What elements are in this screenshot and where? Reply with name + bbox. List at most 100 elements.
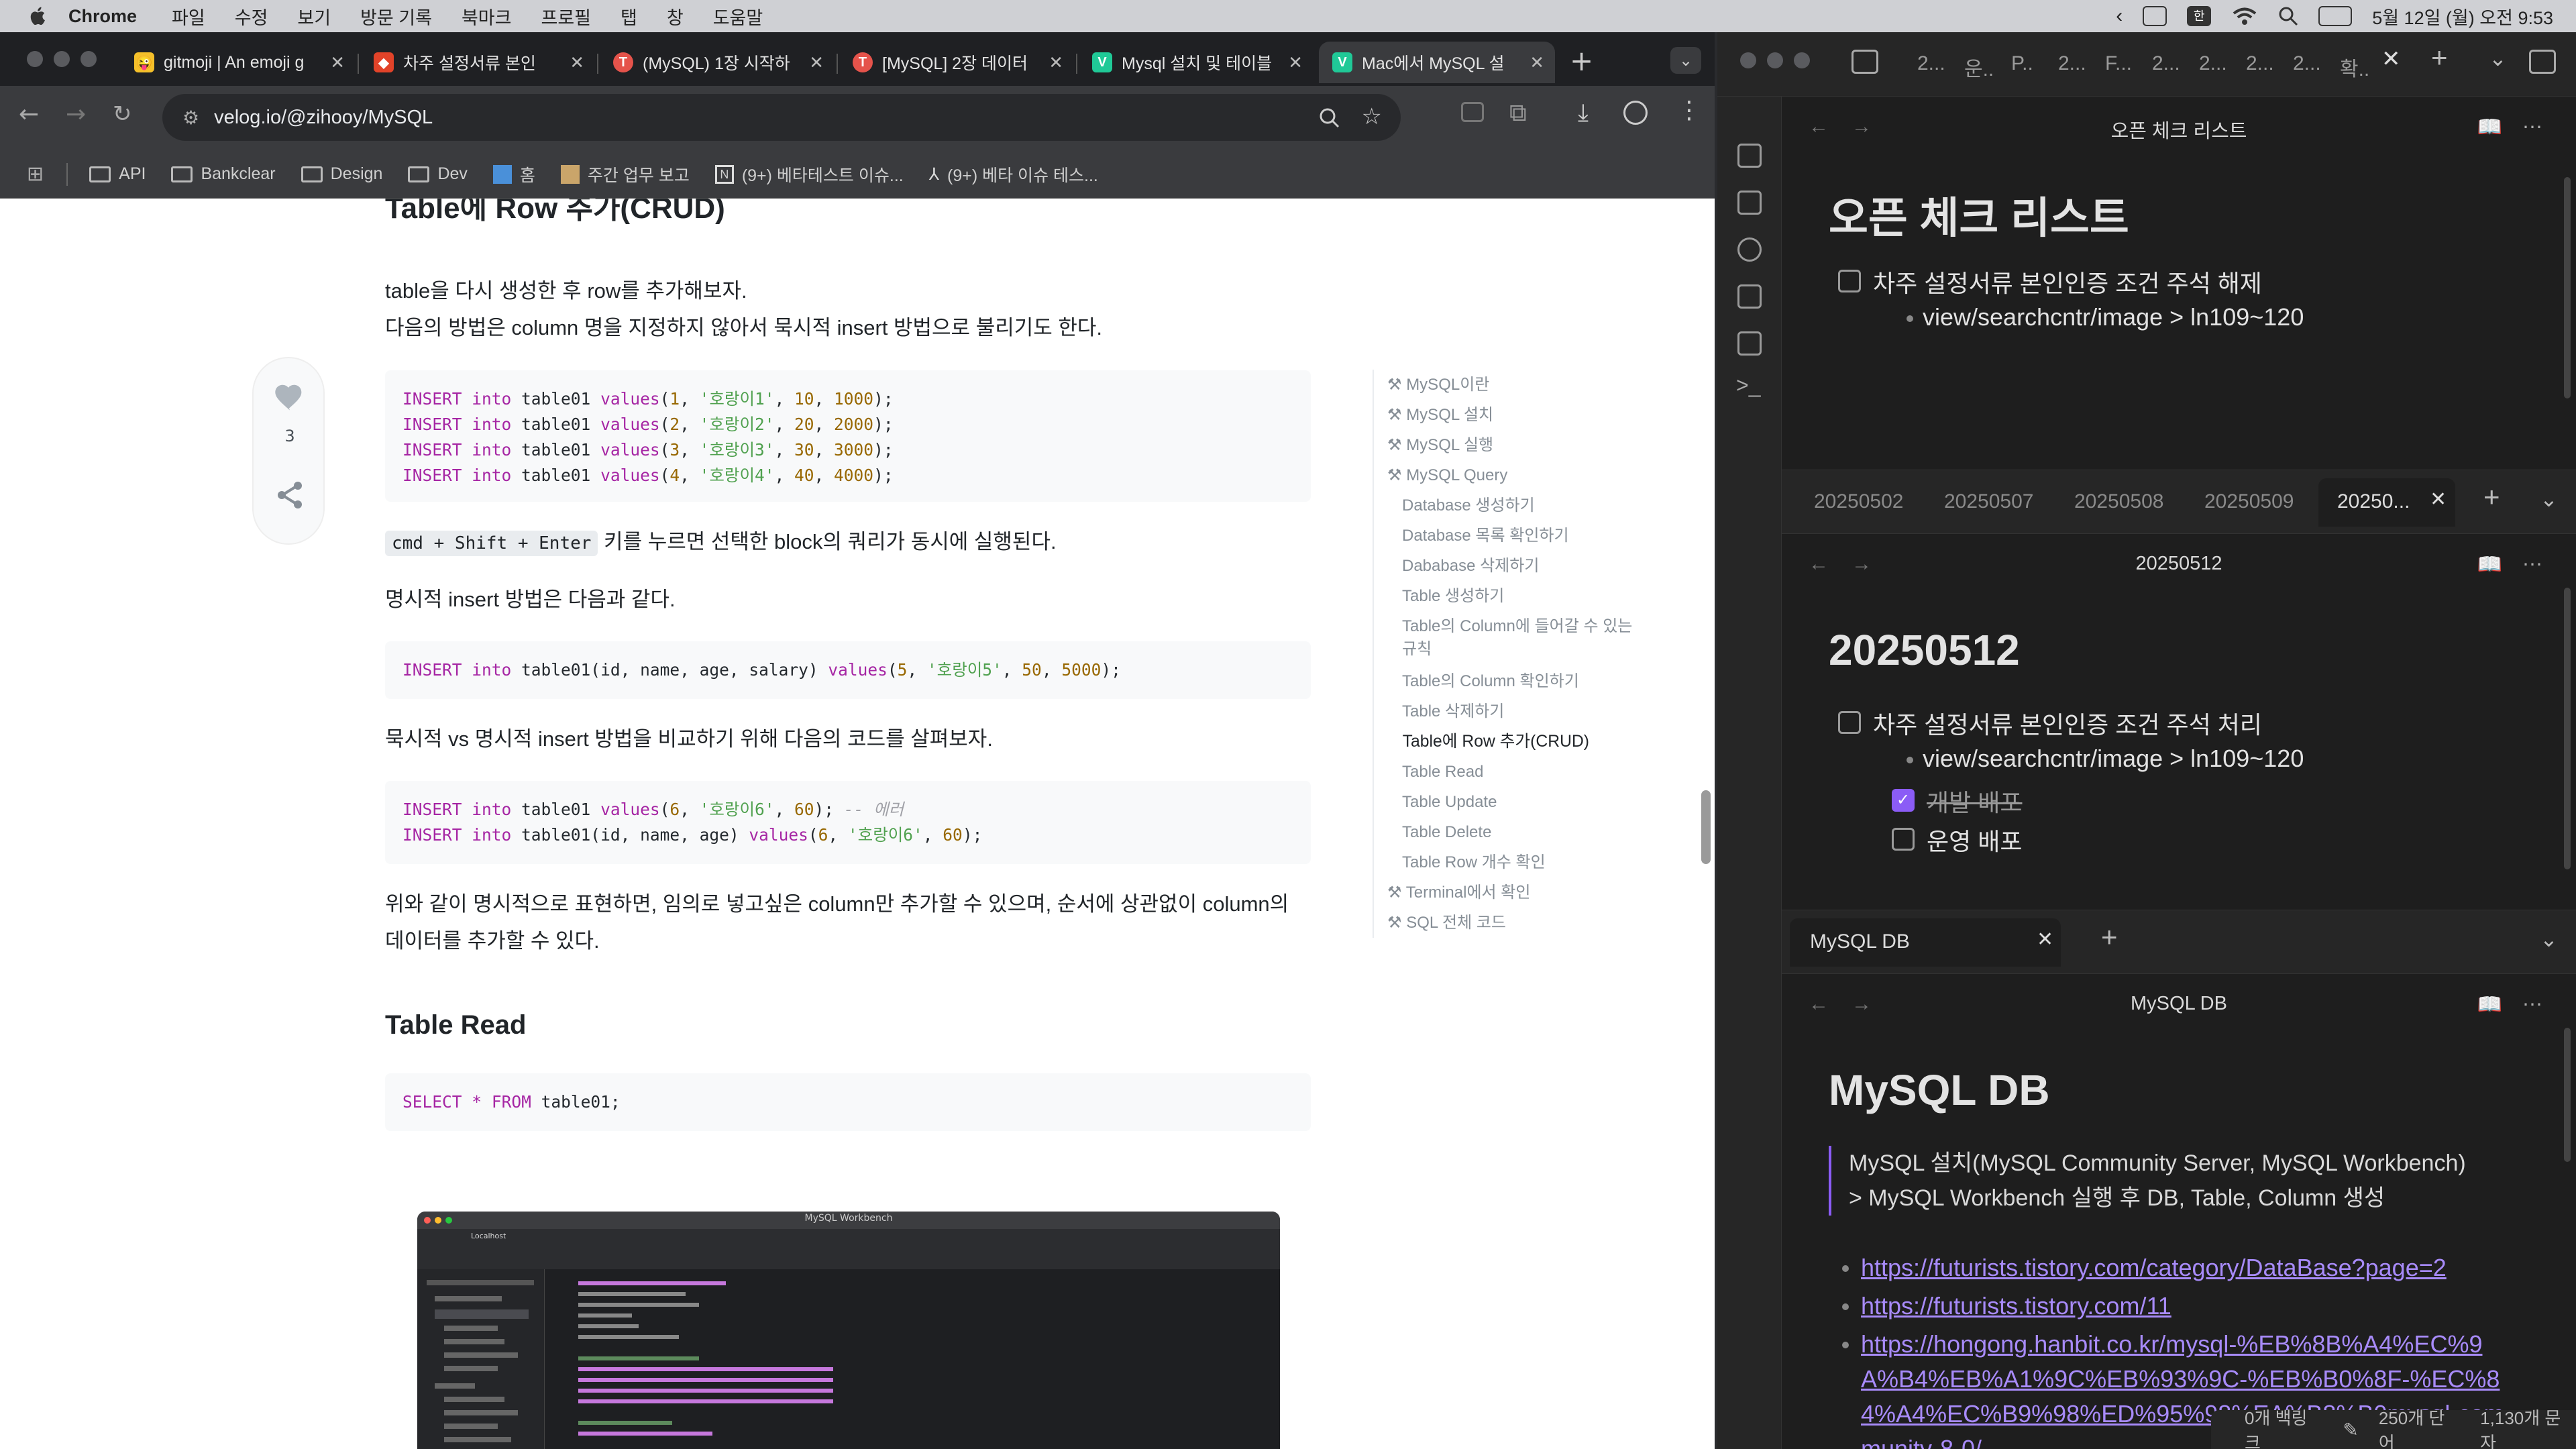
close-icon[interactable]: ✕ bbox=[1288, 52, 1303, 73]
chevron-down-icon[interactable]: ⌄ bbox=[2540, 926, 2558, 952]
close-icon[interactable]: ✕ bbox=[330, 52, 345, 73]
chevron-left-icon[interactable]: ‹ bbox=[2116, 5, 2123, 28]
close-icon[interactable]: ✕ bbox=[2381, 46, 2401, 72]
control-center-icon[interactable] bbox=[2318, 6, 2353, 26]
tab-daily-note[interactable]: 20250502 bbox=[1814, 490, 1903, 513]
toc-item[interactable]: Table 삭제하기 bbox=[1387, 696, 1654, 727]
wifi-icon[interactable] bbox=[2231, 6, 2258, 26]
tab-note-active[interactable]: 확.. bbox=[2340, 52, 2369, 82]
chevron-down-icon[interactable]: ⌄ bbox=[2540, 486, 2558, 512]
window-zoom-button[interactable] bbox=[80, 51, 97, 67]
camera-icon[interactable] bbox=[1461, 102, 1484, 122]
tab-gitlab[interactable]: ◆ 차주 설정서류 본인 ✕ bbox=[360, 42, 595, 83]
tab-note[interactable]: 2... bbox=[1917, 52, 1945, 75]
search-icon[interactable] bbox=[2278, 6, 2298, 26]
tab-gitmoji[interactable]: 😜 gitmoji | An emoji g ✕ bbox=[121, 42, 356, 83]
menu-bookmarks[interactable]: 북마크 bbox=[462, 3, 512, 30]
toc-item[interactable]: Database 목록 확인하기 bbox=[1387, 521, 1654, 551]
app-menu[interactable]: Chrome bbox=[68, 6, 137, 27]
toc-item[interactable]: ⚒ MySQL이란 bbox=[1387, 370, 1654, 400]
tab-search-button[interactable]: ⌄ bbox=[1670, 47, 1701, 74]
tab-daily-note-active[interactable]: 20250... bbox=[2337, 490, 2410, 513]
close-icon[interactable]: ✕ bbox=[1529, 52, 1544, 73]
more-icon[interactable]: ⋯ bbox=[2522, 553, 2542, 576]
tab-note[interactable]: 운.. bbox=[1964, 52, 1994, 82]
tab-mysql-ch2[interactable]: T [MySQL] 2장 데이터 ✕ bbox=[839, 42, 1074, 83]
menu-help[interactable]: 도움말 bbox=[713, 3, 763, 30]
chevron-down-icon[interactable]: ⌄ bbox=[2489, 46, 2507, 71]
bookmark-star-icon[interactable]: ☆ bbox=[1362, 103, 1382, 130]
close-icon[interactable]: ✕ bbox=[2430, 488, 2447, 511]
close-icon[interactable]: ✕ bbox=[2037, 928, 2053, 951]
calendar-icon[interactable] bbox=[1737, 191, 1762, 215]
heart-icon[interactable] bbox=[272, 380, 307, 412]
more-icon[interactable]: ⋯ bbox=[2522, 993, 2542, 1016]
battery-icon[interactable] bbox=[2143, 6, 2167, 26]
apple-icon[interactable] bbox=[27, 5, 50, 28]
menu-window[interactable]: 창 bbox=[667, 3, 684, 30]
task-checkbox-checked[interactable]: ✓ bbox=[1892, 789, 1915, 812]
extensions-icon[interactable]: ⧉ bbox=[1509, 99, 1527, 127]
graph-icon[interactable] bbox=[1737, 237, 1762, 262]
toc-item-continued[interactable]: 규칙 bbox=[1387, 638, 1654, 666]
bookmark-weekly-report[interactable]: 주간 업무 보고 bbox=[560, 162, 690, 186]
toc-item[interactable]: ⚒ MySQL Query bbox=[1387, 460, 1654, 490]
site-info-icon[interactable]: ⚙ bbox=[182, 107, 199, 129]
toc-item[interactable]: ⚒ MySQL 실행 bbox=[1387, 430, 1654, 460]
bookmark-beta-test[interactable]: N (9+) 베타테스트 이슈... bbox=[714, 162, 904, 186]
toc-item[interactable]: Database 생성하기 bbox=[1387, 490, 1654, 521]
menu-tab[interactable]: 탭 bbox=[621, 3, 637, 30]
tab-note[interactable]: 2... bbox=[2152, 52, 2180, 75]
reading-view-icon[interactable]: 📖 bbox=[2477, 115, 2502, 139]
menu-file[interactable]: 파일 bbox=[172, 3, 205, 30]
pane-scrollbar[interactable] bbox=[2564, 177, 2571, 398]
bookmark-folder-design[interactable]: Design bbox=[301, 164, 382, 184]
task-checkbox[interactable] bbox=[1892, 828, 1915, 851]
terminal-icon[interactable]: >_ bbox=[1736, 373, 1760, 398]
toc-item[interactable]: Table 생성하기 bbox=[1387, 581, 1654, 611]
tab-mac-mysql-active[interactable]: V Mac에서 MySQL 설 ✕ bbox=[1319, 42, 1555, 83]
toc-item[interactable]: ⚒ MySQL 설치 bbox=[1387, 400, 1654, 430]
grid-icon[interactable] bbox=[1737, 284, 1762, 309]
bookmark-folder-bankclear[interactable]: Bankclear bbox=[171, 164, 276, 184]
sidebar-toggle-icon[interactable] bbox=[1851, 50, 1878, 74]
toc-item[interactable]: Dababase 삭제하기 bbox=[1387, 551, 1654, 581]
toc-item[interactable]: Table의 Column 확인하기 bbox=[1387, 666, 1654, 696]
external-link[interactable]: https://futurists.tistory.com/category/D… bbox=[1861, 1250, 2447, 1285]
bookmark-home[interactable]: 홈 bbox=[492, 162, 535, 186]
reading-view-icon[interactable]: 📖 bbox=[2477, 993, 2502, 1016]
window-minimize-button[interactable] bbox=[54, 51, 70, 67]
address-bar[interactable]: ⚙ velog.io/@zihooy/MySQL ☆ bbox=[162, 94, 1401, 141]
tab-note[interactable]: P.. bbox=[2011, 52, 2033, 75]
toc-item[interactable]: Table Row 개수 확인 bbox=[1387, 847, 1654, 877]
toc-item-current[interactable]: Table에 Row 추가(CRUD) bbox=[1387, 726, 1662, 757]
toc-item[interactable]: Table Read bbox=[1387, 757, 1654, 787]
bookmark-beta-issue[interactable]: ⅄ (9+) 베타 이슈 테스... bbox=[929, 162, 1098, 186]
tab-daily-note[interactable]: 20250507 bbox=[1944, 490, 2033, 513]
new-tab-button[interactable]: + bbox=[2101, 921, 2118, 953]
menu-edit[interactable]: 수정 bbox=[235, 3, 268, 30]
back-arrow-icon[interactable]: ← bbox=[19, 101, 39, 128]
zoom-icon[interactable] bbox=[1319, 107, 1340, 129]
edit-icon[interactable]: ✎ bbox=[2343, 1419, 2358, 1441]
url-text[interactable]: velog.io/@zihooy/MySQL bbox=[214, 107, 433, 129]
tab-note[interactable]: 2... bbox=[2246, 52, 2274, 75]
tab-note[interactable]: 2... bbox=[2058, 52, 2086, 75]
tab-note[interactable]: 2... bbox=[2293, 52, 2321, 75]
more-menu-icon[interactable]: ⋮ bbox=[1677, 97, 1701, 124]
profile-icon[interactable] bbox=[1623, 101, 1648, 125]
new-tab-button[interactable]: + bbox=[1570, 44, 1593, 77]
forward-arrow-icon[interactable]: → bbox=[66, 101, 86, 128]
copy-icon[interactable] bbox=[1737, 331, 1762, 356]
menu-history[interactable]: 방문 기록 bbox=[360, 3, 432, 30]
page-scrollbar-thumb[interactable] bbox=[1701, 790, 1711, 864]
pane-scrollbar[interactable] bbox=[2564, 1028, 2571, 1162]
share-icon[interactable] bbox=[274, 479, 306, 511]
tab-mysql-install[interactable]: V Mysql 설치 및 테이블 ✕ bbox=[1079, 42, 1313, 83]
toc-item[interactable]: Table Update bbox=[1387, 787, 1654, 817]
download-icon[interactable]: ⤓ bbox=[1578, 99, 1589, 127]
tab-daily-note[interactable]: 20250509 bbox=[2204, 490, 2294, 513]
reading-view-icon[interactable]: 📖 bbox=[2477, 553, 2502, 576]
task-checkbox[interactable] bbox=[1838, 270, 1861, 292]
close-icon[interactable]: ✕ bbox=[1049, 52, 1063, 73]
